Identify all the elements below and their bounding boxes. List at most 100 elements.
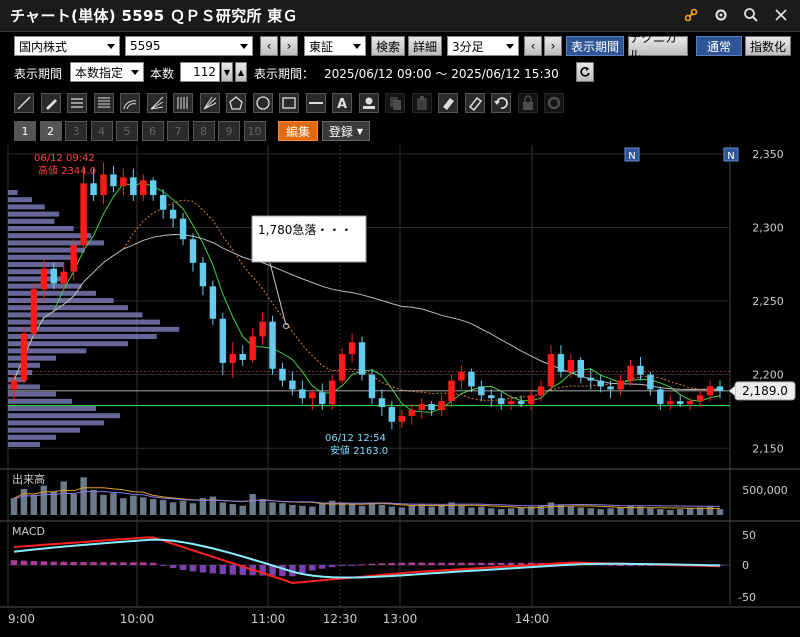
vertical-lines-button[interactable] [173,93,193,113]
time-axis-label: 9:00 [8,612,35,626]
candle-body [706,386,714,396]
count-value: 112 [193,65,216,79]
parallel-lines-button[interactable] [67,93,87,113]
macd-histogram-bar [368,563,376,565]
arc-tool-icon [123,100,137,110]
macd-histogram-bar [507,562,515,565]
detail-button[interactable]: 詳細 [408,36,442,56]
macd-histogram-bar [110,562,117,565]
icon-tool-button[interactable] [358,93,379,113]
candle-body [696,395,704,402]
price-axis-label: 2,250 [752,295,784,308]
market-select[interactable]: 国内株式 [14,36,120,56]
prev-code-button[interactable]: ‹ [260,36,278,56]
pencil-tool-button[interactable] [40,93,61,113]
layout-button-9[interactable]: 9 [218,121,240,141]
candle-body [507,401,515,405]
reset-button[interactable] [576,62,594,82]
link-icon[interactable] [682,6,700,24]
gann-tool-icon [203,96,216,110]
circle-tool-icon [255,96,270,110]
chart-area[interactable]: 2,350 2,300 2,250 2,200 2,150 N N 06/12 09:42高値… [0,145,800,637]
candle-body [527,395,535,405]
code-input[interactable]: 5595 [125,36,253,56]
copy-button[interactable] [385,93,405,113]
paste-button[interactable] [411,93,432,113]
count-input[interactable]: 112 [180,62,220,82]
layout-button-2[interactable]: 2 [39,121,62,141]
candle-body [10,380,18,390]
horizontal-line-button[interactable] [305,93,326,113]
candle-body [249,336,256,360]
period-mode-select[interactable]: 本数指定 [70,62,144,82]
normal-button[interactable]: 通常 [696,36,742,56]
search-button[interactable]: 検索 [371,36,405,56]
macd-signal-line [13,538,721,579]
range-label: 表示期間： [254,67,315,81]
next-interval-button[interactable]: › [544,36,562,56]
gann-tool-button[interactable] [199,93,220,113]
volume-profile-bar [8,398,72,404]
macd-histogram-bar [348,565,356,566]
volume-bar [657,509,664,515]
layout-button-3[interactable]: 3 [65,121,87,141]
layout-button-7[interactable]: 7 [167,121,189,141]
candle-body [378,398,386,408]
layout-button-4[interactable]: 4 [90,121,113,141]
volume-bar [289,504,296,515]
index-button[interactable]: 指数化 [745,36,791,56]
layout-button-10[interactable]: 10 [243,121,266,141]
settings-button[interactable] [544,93,564,113]
fan-tool-button[interactable] [146,93,167,113]
technical-button[interactable]: テクニカル [628,31,688,62]
volume-bar [140,497,147,515]
count-up-button[interactable]: ▲ [235,62,247,82]
erase-all-button[interactable] [464,93,485,113]
volume-bar [80,477,87,515]
line-tool-button[interactable] [14,93,34,113]
next-code-button[interactable]: › [280,36,298,56]
search-icon[interactable] [742,6,760,24]
count-down-button[interactable]: ▼ [221,62,233,82]
macd-histogram-bar [70,561,77,565]
candle-body [448,380,455,402]
volume-bar [169,502,177,515]
pentagon-tool-button[interactable] [226,93,246,113]
register-label: 登録 [328,124,353,139]
arc-tool-button[interactable] [120,93,140,113]
circle-tool-button[interactable] [252,93,273,113]
volume-profile-bar [8,355,56,361]
volume-title: 出来高 [12,472,45,486]
layout-button-6[interactable]: 6 [141,121,164,141]
candle-body [140,180,147,196]
edit-button[interactable]: 編集 [278,121,318,141]
candle-body [418,404,425,410]
callout-text: 1,780急落・・・ [258,222,352,237]
volume-bar [507,508,515,515]
macd-histogram-bar [10,560,18,565]
prev-interval-button[interactable]: ‹ [524,36,542,56]
eraser-button[interactable] [438,93,458,113]
close-icon[interactable] [772,6,790,24]
layout-button-8[interactable]: 8 [192,121,215,141]
interval-select[interactable]: 3分足 [447,36,519,56]
volume-bar [30,494,38,515]
volume-bar [547,502,555,515]
horizontal-lines-button[interactable] [93,93,114,113]
text-tool-button[interactable]: A [332,93,352,113]
gear-icon[interactable] [712,6,730,24]
register-button[interactable]: 登録 ▼ [322,121,370,141]
macd-line [13,536,721,585]
display-period-button[interactable]: 表示期間 [566,36,624,56]
lock-button[interactable] [517,93,538,113]
count-label: 本数 [150,67,175,81]
candle-body [279,368,286,381]
undo-button[interactable] [491,93,511,113]
news-marker-label: N [727,151,734,162]
volume-bar [428,506,435,515]
layout-button-1[interactable]: 1 [14,121,36,141]
rectangle-tool-button[interactable] [279,93,299,113]
exchange-select[interactable]: 東証 [304,36,366,56]
candle-body [547,354,555,387]
layout-button-5[interactable]: 5 [116,121,138,141]
